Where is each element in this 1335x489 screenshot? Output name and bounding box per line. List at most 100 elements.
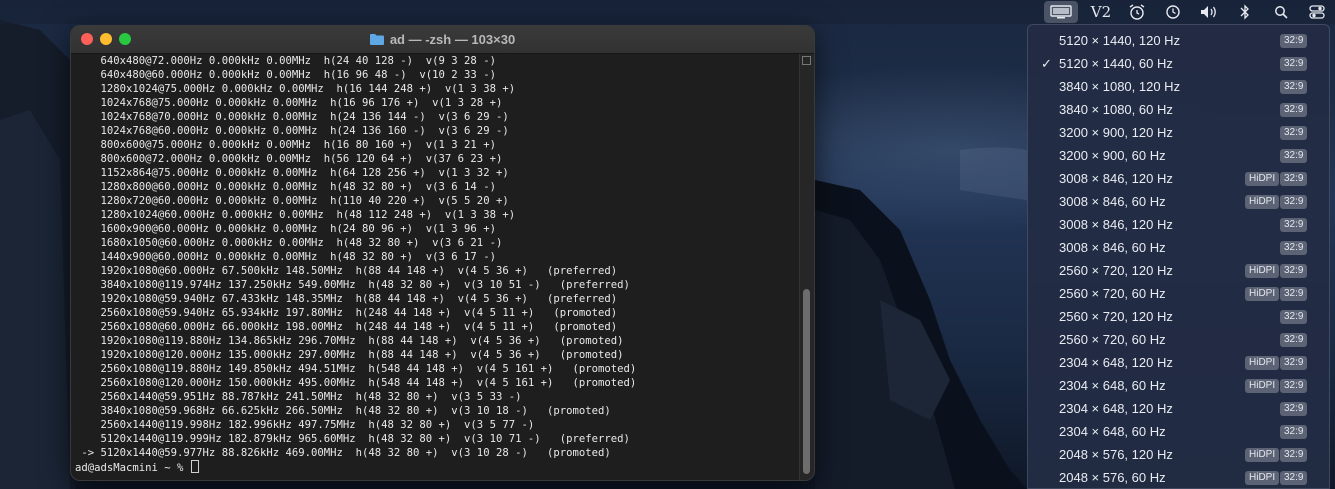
aspect-ratio-badge: 32:9	[1280, 264, 1308, 278]
aspect-ratio-badge: 32:9	[1280, 333, 1308, 347]
terminal-line: 1920x1080@119.880Hz 134.865kHz 296.70MHz…	[75, 335, 624, 347]
terminal-line: 1920x1080@59.940Hz 67.433kHz 148.35MHz h…	[75, 293, 618, 305]
terminal-line: 2560x1080@59.940Hz 65.934kHz 197.80MHz h…	[75, 307, 618, 319]
hidpi-badge: HiDPI	[1245, 172, 1280, 186]
terminal-line: 1440x900@60.000Hz 0.000kHz 0.00MHz h(48 …	[75, 251, 496, 263]
resolution-item[interactable]: 3008 × 846, 120 Hz HiDPI 32:9	[1028, 168, 1329, 191]
terminal-output[interactable]: 640x480@72.000Hz 0.000kHz 0.00MHz h(24 4…	[71, 54, 801, 480]
resolution-item[interactable]: 3200 × 900, 120 Hz 32:9	[1028, 122, 1329, 145]
resolution-item[interactable]: 2304 × 648, 60 Hz HiDPI 32:9	[1028, 375, 1329, 398]
aspect-ratio-badge: 32:9	[1280, 57, 1308, 71]
terminal-line: 2560x1440@119.998Hz 182.996kHz 497.75MHz…	[75, 419, 535, 431]
aspect-ratio-badge: 32:9	[1280, 149, 1308, 163]
resolution-label: 2560 × 720, 120 Hz	[1059, 309, 1173, 324]
terminal-titlebar[interactable]: ad — -zsh — 103×30	[71, 26, 814, 54]
resolution-label: 2560 × 720, 60 Hz	[1059, 286, 1166, 301]
resolution-label: 3008 × 846, 120 Hz	[1059, 217, 1173, 232]
terminal-line: 5120x1440@119.999Hz 182.879kHz 965.60MHz…	[75, 433, 630, 445]
terminal-window: ad — -zsh — 103×30 640x480@72.000Hz 0.00…	[70, 25, 815, 481]
terminal-line: 1280x1024@60.000Hz 0.000kHz 0.00MHz h(48…	[75, 209, 516, 221]
aspect-ratio-badge: 32:9	[1280, 448, 1308, 462]
resolution-label: 3008 × 846, 60 Hz	[1059, 194, 1166, 209]
resolution-item[interactable]: 3200 × 900, 60 Hz 32:9	[1028, 145, 1329, 168]
terminal-line: 1152x864@75.000Hz 0.000kHz 0.00MHz h(64 …	[75, 167, 509, 179]
v2-icon[interactable]: V2	[1088, 1, 1114, 23]
terminal-line: 1024x768@70.000Hz 0.000kHz 0.00MHz h(24 …	[75, 111, 509, 123]
hidpi-badge: HiDPI	[1245, 471, 1280, 485]
aspect-ratio-badge: 32:9	[1280, 172, 1308, 186]
terminal-line: 800x600@75.000Hz 0.000kHz 0.00MHz h(16 8…	[75, 139, 496, 151]
terminal-line: 2560x1080@119.880Hz 149.850kHz 494.51MHz…	[75, 363, 637, 375]
aspect-ratio-badge: 32:9	[1280, 425, 1308, 439]
resolution-item[interactable]: 5120 × 1440, 120 Hz 32:9	[1028, 30, 1329, 53]
resolution-item[interactable]: 2304 × 648, 60 Hz 32:9	[1028, 421, 1329, 444]
resolution-item[interactable]: 3008 × 846, 60 Hz 32:9	[1028, 237, 1329, 260]
resolution-item[interactable]: 2048 × 576, 120 Hz HiDPI 32:9	[1028, 444, 1329, 467]
terminal-line: 3840x1080@119.974Hz 137.250kHz 549.00MHz…	[75, 279, 630, 291]
terminal-line: 3840x1080@59.968Hz 66.625kHz 266.50MHz h…	[75, 405, 611, 417]
aspect-ratio-badge: 32:9	[1280, 471, 1308, 485]
terminal-line: 640x480@72.000Hz 0.000kHz 0.00MHz h(24 4…	[75, 55, 496, 67]
aspect-ratio-badge: 32:9	[1280, 126, 1308, 140]
aspect-ratio-badge: 32:9	[1280, 195, 1308, 209]
status-icons: V2	[1039, 0, 1335, 24]
resolution-label: 2560 × 720, 60 Hz	[1059, 332, 1166, 347]
resolution-item[interactable]: 2560 × 720, 120 Hz HiDPI 32:9	[1028, 260, 1329, 283]
resolution-item[interactable]: 3840 × 1080, 120 Hz 32:9	[1028, 76, 1329, 99]
terminal-line: 640x480@60.000Hz 0.000kHz 0.00MHz h(16 9…	[75, 69, 496, 81]
terminal-line: 1024x768@60.000Hz 0.000kHz 0.00MHz h(24 …	[75, 125, 509, 137]
display-icon[interactable]	[1044, 1, 1078, 23]
resolution-label: 2304 × 648, 120 Hz	[1059, 355, 1173, 370]
terminal-cursor	[190, 460, 199, 473]
hidpi-badge: HiDPI	[1245, 448, 1280, 462]
checkmark-icon: ✓	[1041, 56, 1052, 71]
scroll-up-button[interactable]	[802, 56, 811, 65]
terminal-line: 1024x768@75.000Hz 0.000kHz 0.00MHz h(16 …	[75, 97, 503, 109]
aspect-ratio-badge: 32:9	[1280, 356, 1308, 370]
resolution-item[interactable]: 3008 × 846, 120 Hz 32:9	[1028, 214, 1329, 237]
resolution-item[interactable]: 3008 × 846, 60 Hz HiDPI 32:9	[1028, 191, 1329, 214]
resolution-item[interactable]: 2560 × 720, 60 Hz HiDPI 32:9	[1028, 283, 1329, 306]
aspect-ratio-badge: 32:9	[1280, 241, 1308, 255]
aspect-ratio-badge: 32:9	[1280, 379, 1308, 393]
resolution-label: 2048 × 576, 120 Hz	[1059, 447, 1173, 462]
hidpi-badge: HiDPI	[1245, 356, 1280, 370]
resolution-item[interactable]: ✓ 5120 × 1440, 60 Hz 32:9	[1028, 53, 1329, 76]
aspect-ratio-badge: 32:9	[1280, 310, 1308, 324]
scroll-thumb[interactable]	[803, 289, 810, 474]
aspect-ratio-badge: 32:9	[1280, 80, 1308, 94]
volume-icon[interactable]	[1196, 1, 1222, 23]
resolution-label: 3200 × 900, 60 Hz	[1059, 148, 1166, 163]
resolution-label: 2304 × 648, 120 Hz	[1059, 401, 1173, 416]
resolution-item[interactable]: 2560 × 720, 120 Hz 32:9	[1028, 306, 1329, 329]
resolution-label: 3008 × 846, 120 Hz	[1059, 171, 1173, 186]
terminal-prompt: ad@adsMacmini ~ %	[75, 462, 190, 474]
folder-icon	[369, 34, 384, 45]
resolution-item[interactable]: 2304 × 648, 120 Hz HiDPI 32:9	[1028, 352, 1329, 375]
resolution-item[interactable]: 3840 × 1080, 60 Hz 32:9	[1028, 99, 1329, 122]
aspect-ratio-badge: 32:9	[1280, 103, 1308, 117]
aspect-ratio-badge: 32:9	[1280, 402, 1308, 416]
resolution-label: 5120 × 1440, 120 Hz	[1059, 33, 1181, 48]
aspect-ratio-badge: 32:9	[1280, 34, 1308, 48]
terminal-line: 1680x1050@60.000Hz 0.000kHz 0.00MHz h(48…	[75, 237, 503, 249]
control-center-icon[interactable]	[1304, 1, 1330, 23]
search-icon[interactable]	[1268, 1, 1294, 23]
terminal-line: 2560x1080@60.000Hz 66.000kHz 198.00MHz h…	[75, 321, 618, 333]
terminal-line: 1600x900@60.000Hz 0.000kHz 0.00MHz h(24 …	[75, 223, 496, 235]
bluetooth-icon[interactable]	[1232, 1, 1258, 23]
hidpi-badge: HiDPI	[1245, 195, 1280, 209]
hidpi-badge: HiDPI	[1245, 379, 1280, 393]
resolution-label: 2560 × 720, 120 Hz	[1059, 263, 1173, 278]
alarm-icon[interactable]	[1124, 1, 1150, 23]
resolution-label: 2304 × 648, 60 Hz	[1059, 424, 1166, 439]
aspect-ratio-badge: 32:9	[1280, 287, 1308, 301]
time-machine-icon[interactable]	[1160, 1, 1186, 23]
terminal-scrollbar[interactable]	[799, 54, 814, 480]
resolution-item[interactable]: 2560 × 720, 60 Hz 32:9	[1028, 329, 1329, 352]
terminal-line: -> 5120x1440@59.977Hz 88.826kHz 469.00MH…	[75, 447, 611, 459]
resolution-item[interactable]: 2048 × 576, 60 Hz HiDPI 32:9	[1028, 467, 1329, 488]
aspect-ratio-badge: 32:9	[1280, 218, 1308, 232]
terminal-line: 1280x800@60.000Hz 0.000kHz 0.00MHz h(48 …	[75, 181, 496, 193]
resolution-item[interactable]: 2304 × 648, 120 Hz 32:9	[1028, 398, 1329, 421]
